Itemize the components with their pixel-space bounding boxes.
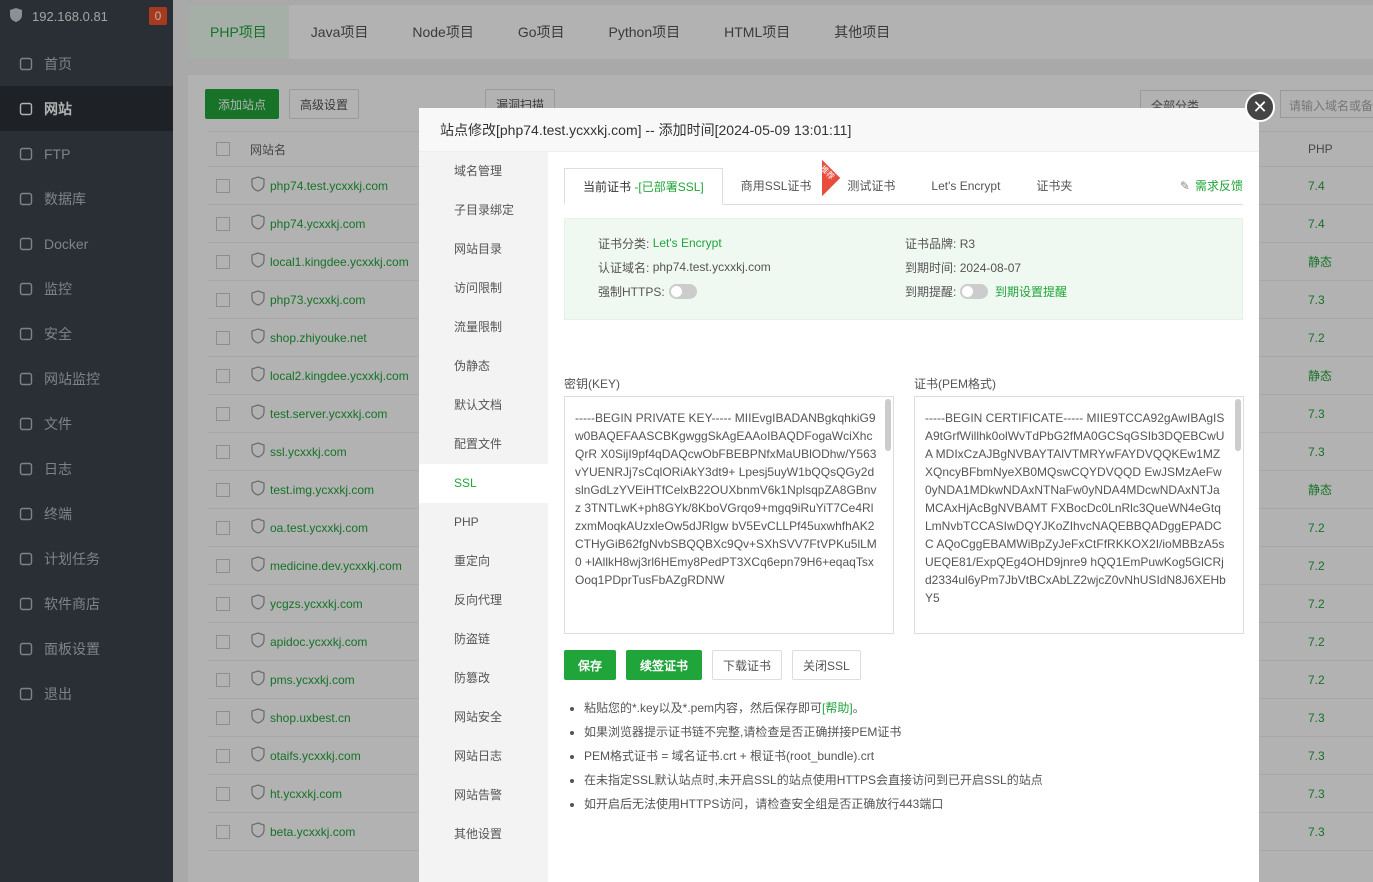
modal-nav-item[interactable]: 网站目录 — [419, 230, 548, 269]
modal-nav-item[interactable]: 防盗链 — [419, 620, 548, 659]
ssl-tips: 粘贴您的*.key以及*.pem内容，然后保存即可[帮助]。 如果浏览器提示证书… — [584, 696, 1043, 816]
tip-item: 如果浏览器提示证书链不完整,请检查是否正确拼接PEM证书 — [584, 720, 1043, 744]
modal-nav-item[interactable]: 网站安全 — [419, 698, 548, 737]
modal-nav-item[interactable]: 访问限制 — [419, 269, 548, 308]
tab-current-cert[interactable]: 当前证书 -[已部署SSL] — [564, 168, 723, 205]
tab-test-cert[interactable]: 测试证书 — [829, 168, 913, 205]
tip-text: 粘贴您的*.key以及*.pem内容，然后保存即可 — [584, 701, 823, 715]
cert-info-box: 证书分类: Let's Encrypt 证书品牌: R3 认证域名: php74… — [564, 218, 1243, 320]
feedback-link[interactable]: ✎ 需求反馈 — [1180, 168, 1243, 205]
modal-nav-item[interactable]: 网站告警 — [419, 776, 548, 815]
tip-item: 粘贴您的*.key以及*.pem内容，然后保存即可[帮助]。 — [584, 696, 1043, 720]
key-label: 密钥(KEY) — [564, 377, 621, 391]
force-https-label: 强制HTTPS: — [598, 284, 665, 299]
site-edit-modal: 站点修改[php74.test.ycxxkj.com] -- 添加时间[2024… — [419, 92, 1275, 882]
expire-remind-label: 到期提醒: — [905, 284, 957, 299]
cert-category-label: 证书分类: — [598, 236, 650, 251]
expire-remind-toggle[interactable] — [960, 283, 989, 299]
tip-item: 在未指定SSL默认站点时,未开启SSL的站点使用HTTPS会直接访问到已开启SS… — [584, 768, 1043, 792]
remind-settings-link[interactable]: 到期设置提醒 — [995, 283, 1067, 300]
modal-nav-item[interactable]: SSL — [419, 464, 548, 503]
force-https-toggle[interactable] — [668, 283, 697, 299]
edit-icon: ✎ — [1179, 179, 1190, 193]
save-button[interactable]: 保存 — [564, 650, 617, 680]
close-ssl-button[interactable]: 关闭SSL — [792, 650, 861, 680]
cert-brand-label: 证书品牌: — [905, 236, 957, 251]
help-link[interactable]: [帮助] — [822, 701, 853, 715]
tip-suffix: 。 — [852, 701, 865, 715]
cert-category-value: Let's Encrypt — [652, 236, 722, 250]
modal-nav-item[interactable]: 配置文件 — [419, 425, 548, 464]
key-text: -----BEGIN PRIVATE KEY----- MIIEvgIBADAN… — [575, 411, 877, 587]
modal-nav-item[interactable]: 重定向 — [419, 542, 548, 581]
cert-domain-label: 认证域名: — [598, 260, 650, 275]
tab-current-cert-label: 当前证书 — [583, 180, 632, 194]
tip-item: PEM格式证书 = 域名证书.crt + 根证书(root_bundle).cr… — [584, 744, 1043, 768]
key-scrollbar[interactable] — [885, 399, 891, 451]
cert-scrollbar[interactable] — [1235, 399, 1241, 451]
ssl-panel: 当前证书 -[已部署SSL] 商用SSL证书 推荐 测试证书 Let's Encr… — [564, 152, 1244, 882]
cert-brand-value: R3 — [959, 236, 976, 251]
modal-nav-item[interactable]: 网站日志 — [419, 737, 548, 776]
ssl-status: -[已部署SSL] — [634, 180, 704, 194]
cert-expire-label: 到期时间: — [905, 260, 957, 275]
cert-textarea[interactable]: -----BEGIN CERTIFICATE----- MIIE9TCCA92g… — [914, 396, 1244, 634]
tab-commercial-ssl-label: 商用SSL证书 — [740, 179, 812, 193]
modal-nav-item[interactable]: 子目录绑定 — [419, 191, 548, 230]
renew-cert-button[interactable]: 续签证书 — [626, 650, 703, 680]
modal-nav-item[interactable]: 域名管理 — [419, 152, 548, 191]
feedback-label: 需求反馈 — [1194, 179, 1243, 193]
close-icon[interactable]: ✕ — [1245, 92, 1275, 122]
modal-nav-item[interactable]: 默认文档 — [419, 386, 548, 425]
modal-nav-item[interactable]: 伪静态 — [419, 347, 548, 386]
tab-letsencrypt[interactable]: Let's Encrypt — [913, 168, 1018, 205]
ssl-actions: 保存 续签证书 下载证书 关闭SSL — [564, 650, 861, 680]
cert-text: -----BEGIN CERTIFICATE----- MIIE9TCCA92g… — [925, 411, 1226, 605]
cert-domain-value: php74.test.ycxxkj.com — [652, 260, 771, 274]
key-textarea[interactable]: -----BEGIN PRIVATE KEY----- MIIEvgIBADAN… — [564, 396, 894, 634]
tab-cert-folder[interactable]: 证书夹 — [1018, 168, 1090, 205]
tip-item: 如开启后无法使用HTTPS访问，请检查安全组是否正确放行443端口 — [584, 792, 1043, 816]
modal-nav-item[interactable]: 反向代理 — [419, 581, 548, 620]
modal-nav-item[interactable]: PHP — [419, 503, 548, 542]
tab-commercial-ssl[interactable]: 商用SSL证书 推荐 — [723, 168, 830, 205]
modal-nav-item[interactable]: 防篡改 — [419, 659, 548, 698]
modal-nav-item[interactable]: 其他设置 — [419, 815, 548, 854]
ssl-tabs: 当前证书 -[已部署SSL] 商用SSL证书 推荐 测试证书 Let's Encr… — [564, 168, 1243, 205]
download-cert-button[interactable]: 下载证书 — [712, 650, 783, 680]
cert-expire-value: 2024-08-07 — [959, 260, 1022, 275]
modal-title: 站点修改[php74.test.ycxxkj.com] -- 添加时间[2024… — [419, 108, 1259, 152]
modal-nav-item[interactable]: 流量限制 — [419, 308, 548, 347]
cert-label: 证书(PEM格式) — [914, 377, 996, 391]
modal-nav: 域名管理 子目录绑定 网站目录 访问限制 流量限制 伪静态 默认文档 配置文件 SSL PHP 重定… — [419, 152, 548, 882]
